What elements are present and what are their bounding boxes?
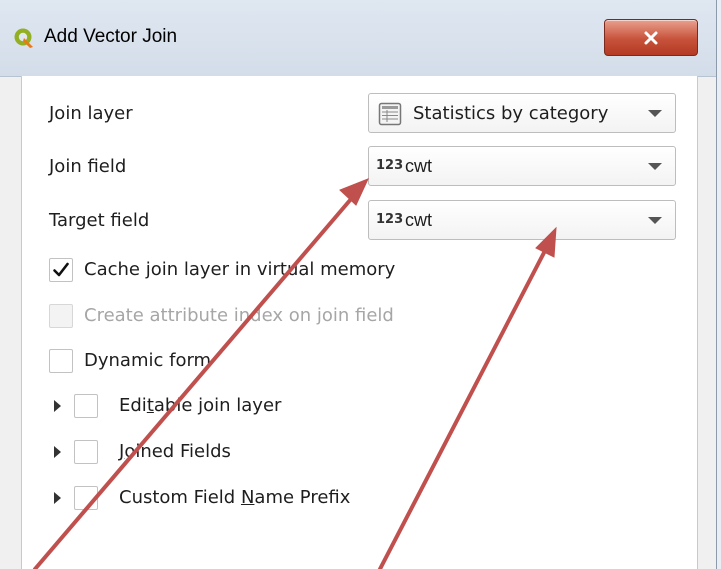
qgis-logo-icon (13, 27, 35, 49)
expand-joined-fields-arrow-icon[interactable] (54, 446, 61, 458)
attribute-index-label: Create attribute index on join field (84, 305, 394, 326)
custom-prefix-label: Custom Field Name Prefix (119, 487, 351, 508)
integer-type-icon: 123 (376, 158, 404, 173)
expand-editable-arrow-icon[interactable] (54, 400, 61, 412)
chevron-down-icon (648, 110, 662, 117)
title-bar: Add Vector Join (0, 0, 716, 77)
join-layer-combo[interactable]: Statistics by category (368, 93, 676, 133)
target-field-combo[interactable]: 123 cwt (368, 200, 676, 240)
close-icon (643, 30, 659, 46)
table-layer-icon (378, 102, 402, 126)
editable-join-label: Editable join layer (119, 395, 282, 416)
checkmark-icon (52, 261, 70, 283)
integer-type-icon: 123 (376, 212, 404, 227)
target-field-value: cwt (405, 210, 432, 230)
dialog-body: Join layer Statistics by category Join f… (21, 76, 698, 569)
cache-join-checkbox[interactable] (49, 258, 73, 282)
chevron-down-icon (648, 217, 662, 224)
join-layer-value: Statistics by category (413, 103, 609, 124)
custom-prefix-checkbox[interactable] (74, 486, 98, 510)
cache-join-label: Cache join layer in virtual memory (84, 259, 396, 280)
expand-prefix-arrow-icon[interactable] (54, 492, 61, 504)
join-field-value: cwt (405, 156, 432, 176)
window-title: Add Vector Join (44, 26, 178, 47)
joined-fields-checkbox[interactable] (74, 440, 98, 464)
join-layer-label: Join layer (49, 103, 133, 124)
close-button[interactable] (604, 19, 698, 56)
dynamic-form-label: Dynamic form (84, 350, 212, 371)
joined-fields-label: Joined Fields (119, 441, 231, 462)
editable-join-checkbox[interactable] (74, 394, 98, 418)
join-field-combo[interactable]: 123 cwt (368, 146, 676, 186)
attribute-index-checkbox (49, 304, 73, 328)
chevron-down-icon (648, 163, 662, 170)
target-field-label: Target field (49, 210, 150, 231)
dynamic-form-checkbox[interactable] (49, 349, 73, 373)
join-field-label: Join field (49, 156, 127, 177)
add-vector-join-dialog: Add Vector Join Join layer Statistics by… (0, 0, 717, 569)
